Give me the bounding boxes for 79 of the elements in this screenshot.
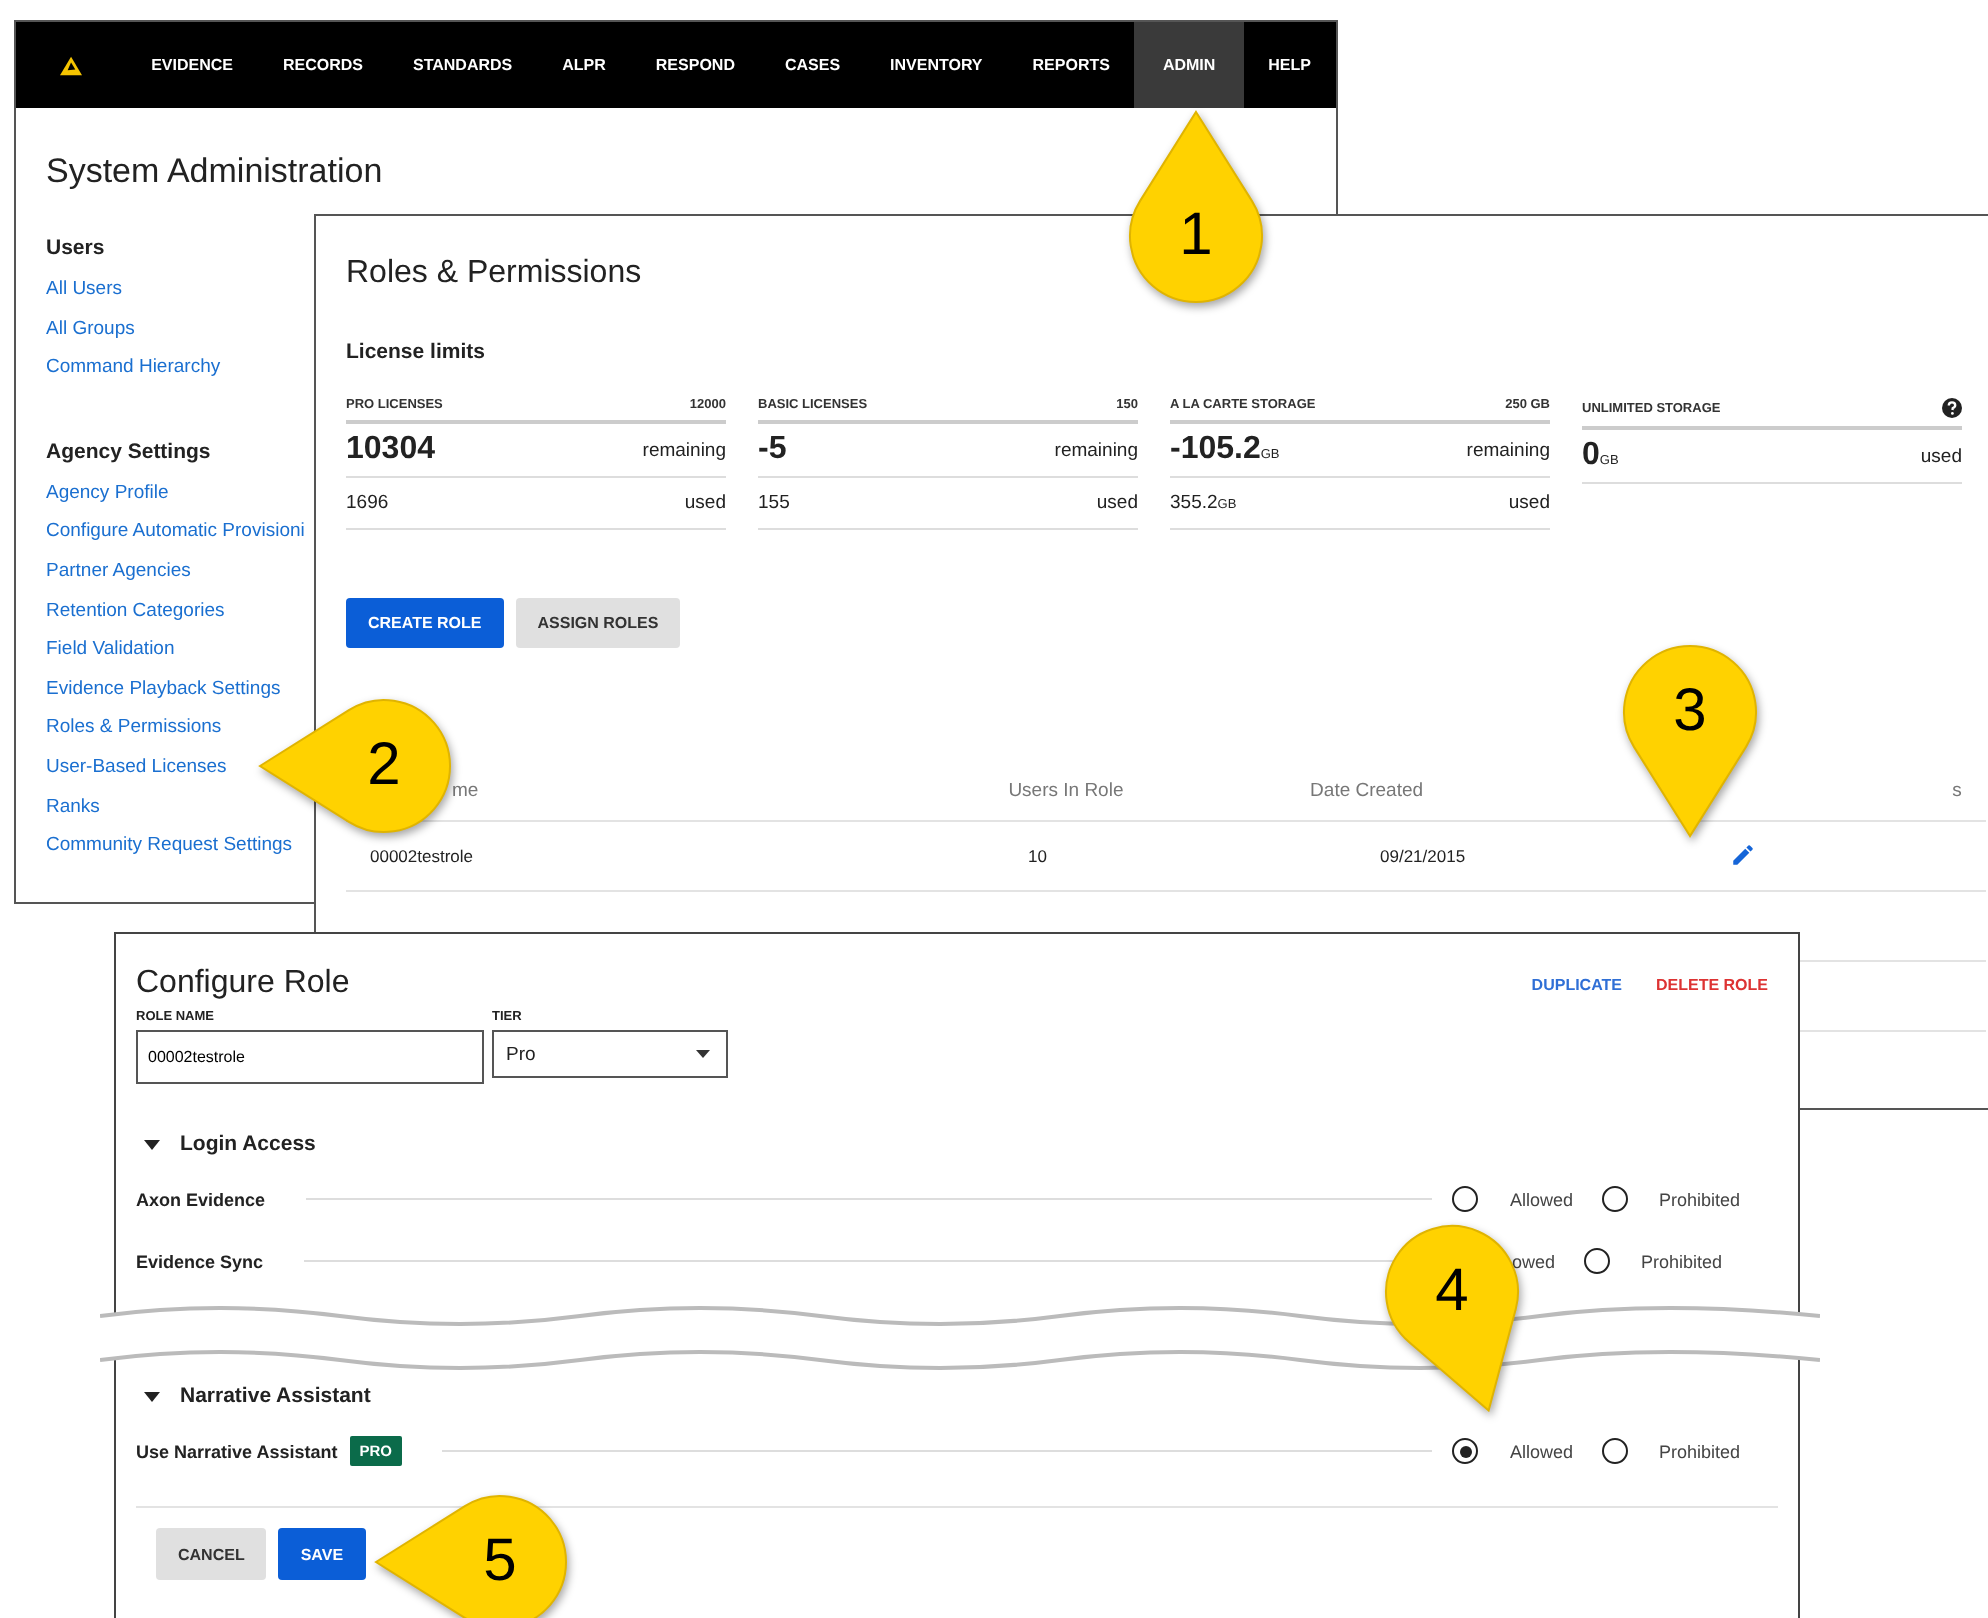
sidebar-link[interactable]: Agency Profile <box>46 481 169 521</box>
radio-label: Prohibited <box>1659 1441 1741 1461</box>
tier-dropdown[interactable]: Pro <box>492 1030 728 1078</box>
used-value: 1696 <box>346 492 389 514</box>
sidebar-link[interactable]: Roles & Permissions <box>46 716 222 756</box>
radio-button[interactable] <box>1452 1186 1478 1212</box>
nav-tab[interactable]: ALPR <box>537 22 631 108</box>
nav-tab[interactable]: REPORTS <box>1007 22 1135 108</box>
step-callout: 1 <box>1128 110 1264 304</box>
column-header: me <box>451 779 479 801</box>
radio-label: Allowed <box>1510 1441 1574 1461</box>
table-cell: 00002testrole <box>370 846 474 866</box>
sidebar-link[interactable]: Configure Automatic Provisioni <box>46 520 305 560</box>
step-callout: 3 <box>1622 644 1758 838</box>
value-label: remaining <box>1054 439 1138 461</box>
section-heading: License limits <box>346 340 487 364</box>
step-callout: 5 <box>374 1494 568 1618</box>
sidebar-link[interactable]: User-Based Licenses <box>46 755 227 796</box>
edit-pencil-icon[interactable] <box>1730 841 1756 867</box>
nav-tab[interactable]: HELP <box>1243 22 1336 108</box>
radio-button[interactable] <box>1452 1438 1478 1464</box>
license-value: -5 <box>758 432 787 468</box>
nav-tab[interactable]: RECORDS <box>257 22 388 108</box>
role-name-input[interactable]: 00002testrole <box>136 1030 484 1084</box>
column-header: s <box>1952 779 1962 801</box>
section-heading: Narrative Assistant <box>180 1384 371 1408</box>
sidebar-link[interactable]: Field Validation <box>46 638 175 678</box>
nav-tab[interactable]: RESPOND <box>630 22 760 108</box>
radio-label: Allowed <box>1510 1189 1574 1209</box>
sidebar-link[interactable]: Partner Agencies <box>46 559 191 600</box>
radio-label: Prohibited <box>1659 1189 1741 1209</box>
radio-button[interactable] <box>1601 1438 1628 1464</box>
step-callout: 2 <box>258 698 452 834</box>
column-header: Users In Role <box>1008 779 1124 801</box>
caret-icon[interactable] <box>144 1139 160 1149</box>
radio-label: owed <box>1512 1251 1556 1271</box>
action-button[interactable]: CREATE ROLE <box>346 598 504 648</box>
section-heading: Users <box>46 236 105 260</box>
nav-tab[interactable]: INVENTORY <box>865 22 1008 108</box>
nav-tab[interactable]: EVIDENCE <box>126 22 258 108</box>
text-button[interactable]: DELETE ROLE <box>1655 975 1768 993</box>
help-icon[interactable] <box>1942 398 1962 418</box>
used-label: used <box>1508 492 1550 514</box>
used-label: used <box>684 492 726 514</box>
sidebar-link[interactable]: Ranks <box>46 795 100 835</box>
section-heading: Agency Settings <box>46 439 211 464</box>
nav-tab[interactable]: STANDARDS <box>387 22 538 108</box>
sidebar-link[interactable]: All Groups <box>46 317 135 357</box>
column-header: Date Created <box>1310 779 1424 801</box>
radio-button[interactable] <box>1601 1186 1628 1212</box>
value-label: used <box>1920 445 1962 467</box>
caret-icon[interactable] <box>144 1391 160 1401</box>
value-label: remaining <box>1466 439 1550 461</box>
radio-label: Prohibited <box>1641 1251 1723 1271</box>
used-value: 155 <box>758 492 790 514</box>
sidebar-link[interactable]: Retention Categories <box>46 599 225 639</box>
text-button[interactable]: DUPLICATE <box>1531 975 1622 993</box>
permission-name: Axon Evidence <box>136 1189 266 1209</box>
radio-button[interactable] <box>1583 1248 1610 1274</box>
nav-tab[interactable]: ADMIN <box>1134 22 1244 108</box>
table-cell: 09/21/2015 <box>1380 846 1466 866</box>
footer-button[interactable]: SAVE <box>278 1528 366 1580</box>
sidebar-link[interactable]: Command Hierarchy <box>46 356 221 396</box>
page-title: Roles & Permissions <box>346 256 644 292</box>
footer-button[interactable]: CANCEL <box>156 1528 267 1580</box>
license-value: 10304 <box>346 432 435 468</box>
permission-name: Use Narrative Assistant <box>136 1441 338 1461</box>
sidebar-link[interactable]: Community Request Settings <box>46 834 293 874</box>
caret-icon <box>696 1050 710 1058</box>
table-cell: 10 <box>1028 846 1047 866</box>
dialog-title: Configure Role <box>136 966 350 1002</box>
value-label: remaining <box>642 439 726 461</box>
used-label: used <box>1096 492 1138 514</box>
section-heading: Login Access <box>180 1132 316 1156</box>
page-title: System Administration <box>46 152 385 192</box>
permission-name: Evidence Sync <box>136 1251 264 1271</box>
action-button[interactable]: ASSIGN ROLES <box>515 598 681 648</box>
sidebar-link[interactable]: All Users <box>46 278 123 318</box>
nav-tab[interactable]: CASES <box>759 22 866 108</box>
